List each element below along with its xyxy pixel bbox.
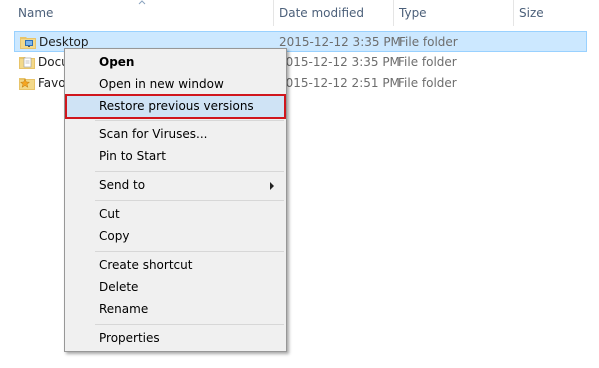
- file-type: File folder: [398, 76, 457, 90]
- menu-separator: [95, 171, 284, 172]
- column-date-modified[interactable]: Date modified: [279, 0, 364, 26]
- column-type[interactable]: Type: [399, 0, 427, 26]
- menu-item-rename[interactable]: Rename: [67, 299, 284, 320]
- column-divider[interactable]: [393, 0, 394, 26]
- menu-separator: [95, 324, 284, 325]
- menu-item-label: Send to: [99, 178, 146, 192]
- menu-item-open-in-new-window[interactable]: Open in new window: [67, 74, 284, 95]
- documents-folder-icon: [19, 57, 35, 69]
- file-type: File folder: [399, 35, 458, 49]
- menu-separator: [95, 120, 284, 121]
- menu-item-scan-for-viruses[interactable]: Scan for Viruses...: [67, 124, 284, 145]
- menu-item-cut[interactable]: Cut: [67, 204, 284, 225]
- menu-item-send-to[interactable]: Send to: [67, 175, 284, 196]
- favorites-folder-icon: [19, 78, 35, 90]
- menu-item-copy[interactable]: Copy: [67, 226, 284, 247]
- column-name[interactable]: Name: [18, 0, 53, 26]
- column-size[interactable]: Size: [519, 0, 544, 26]
- column-divider[interactable]: [273, 0, 274, 26]
- menu-separator: [95, 200, 284, 201]
- menu-item-delete[interactable]: Delete: [67, 277, 284, 298]
- file-date: 2015-12-12 2:51 PM: [278, 76, 400, 90]
- column-divider[interactable]: [513, 0, 514, 26]
- column-header: Name Date modified Type Size: [0, 0, 599, 26]
- menu-item-properties[interactable]: Properties: [67, 328, 284, 349]
- menu-item-create-shortcut[interactable]: Create shortcut: [67, 255, 284, 276]
- file-type: File folder: [398, 55, 457, 69]
- menu-item-restore-previous-versions[interactable]: Restore previous versions: [65, 94, 286, 119]
- file-date: 2015-12-12 3:35 PM: [278, 55, 400, 69]
- submenu-arrow-icon: [270, 182, 274, 190]
- menu-item-open[interactable]: Open: [67, 52, 284, 73]
- context-menu: Open Open in new window Restore previous…: [64, 48, 287, 352]
- file-name[interactable]: Favo: [38, 73, 66, 94]
- desktop-folder-icon: [20, 37, 36, 49]
- sort-ascending-icon: [138, 0, 146, 5]
- file-date: 2015-12-12 3:35 PM: [279, 35, 401, 49]
- menu-item-pin-to-start[interactable]: Pin to Start: [67, 146, 284, 167]
- menu-separator: [95, 251, 284, 252]
